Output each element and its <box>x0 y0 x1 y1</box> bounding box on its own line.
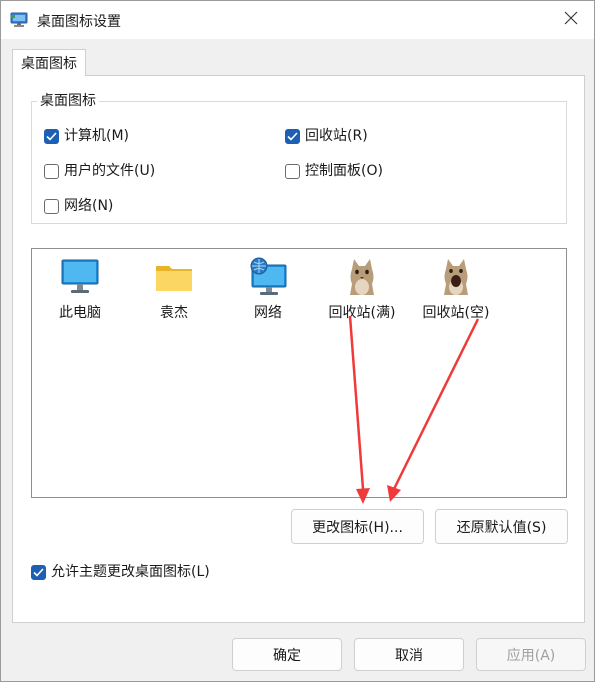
monitor-icon <box>60 257 100 297</box>
groupbox-label: 桌面图标 <box>37 93 99 109</box>
checkbox-label: 允许主题更改桌面图标(L) <box>51 564 210 580</box>
window-title: 桌面图标设置 <box>37 14 121 30</box>
icon-label: 此电脑 <box>59 305 101 321</box>
checkbox-unchecked-icon[interactable] <box>44 198 59 214</box>
checkbox-recycle-bin[interactable]: 回收站(R) <box>285 127 368 145</box>
apply-button[interactable]: 应用(A) <box>476 638 586 671</box>
cat-icon <box>436 257 476 297</box>
folder-icon <box>154 257 194 297</box>
close-icon <box>564 11 578 29</box>
tab-desktop-icons[interactable]: 桌面图标 <box>12 49 86 76</box>
checkbox-unchecked-icon[interactable] <box>285 163 300 179</box>
list-item-recycle-bin-empty[interactable]: 回收站(空) <box>410 257 502 322</box>
dialog-window: 桌面图标设置 桌面图标 桌面图标 计算机(M) 回收站(R) 用户的文件(U) … <box>0 0 595 682</box>
icon-list-view[interactable]: 此电脑 袁杰 网络 回收站(满) 回收站(空) <box>31 248 567 498</box>
list-item-user-folder[interactable]: 袁杰 <box>128 257 220 322</box>
list-item-recycle-bin-full[interactable]: 回收站(满) <box>316 257 408 322</box>
checkbox-label: 网络(N) <box>64 198 114 214</box>
checkbox-checked-icon[interactable] <box>44 128 59 144</box>
checkbox-control-panel[interactable]: 控制面板(O) <box>285 162 383 180</box>
list-item-this-pc[interactable]: 此电脑 <box>34 257 126 322</box>
checkbox-checked-icon[interactable] <box>285 128 300 144</box>
checkbox-computer[interactable]: 计算机(M) <box>44 127 129 145</box>
cat-icon <box>342 257 382 297</box>
restore-default-button[interactable]: 还原默认值(S) <box>435 509 568 544</box>
checkbox-unchecked-icon[interactable] <box>44 163 59 179</box>
checkbox-label: 控制面板(O) <box>305 163 383 179</box>
checkbox-network[interactable]: 网络(N) <box>44 197 113 215</box>
checkbox-label: 用户的文件(U) <box>64 163 156 179</box>
title-bar[interactable]: 桌面图标设置 <box>1 1 594 39</box>
checkbox-label: 计算机(M) <box>64 128 130 144</box>
list-item-network[interactable]: 网络 <box>222 257 314 322</box>
network-icon <box>248 257 288 297</box>
icon-label: 袁杰 <box>160 305 188 321</box>
icon-label: 网络 <box>254 305 282 321</box>
cancel-button[interactable]: 取消 <box>354 638 464 671</box>
checkbox-label: 回收站(R) <box>305 128 368 144</box>
ok-button[interactable]: 确定 <box>232 638 342 671</box>
change-icon-button[interactable]: 更改图标(H)... <box>291 509 424 544</box>
checkbox-user-files[interactable]: 用户的文件(U) <box>44 162 155 180</box>
icon-label: 回收站(满) <box>328 305 396 321</box>
desktop-settings-icon <box>10 12 28 28</box>
icon-label: 回收站(空) <box>422 305 490 321</box>
checkbox-allow-themes[interactable]: 允许主题更改桌面图标(L) <box>31 563 210 581</box>
checkbox-checked-icon[interactable] <box>31 564 46 580</box>
close-button[interactable] <box>548 1 594 39</box>
